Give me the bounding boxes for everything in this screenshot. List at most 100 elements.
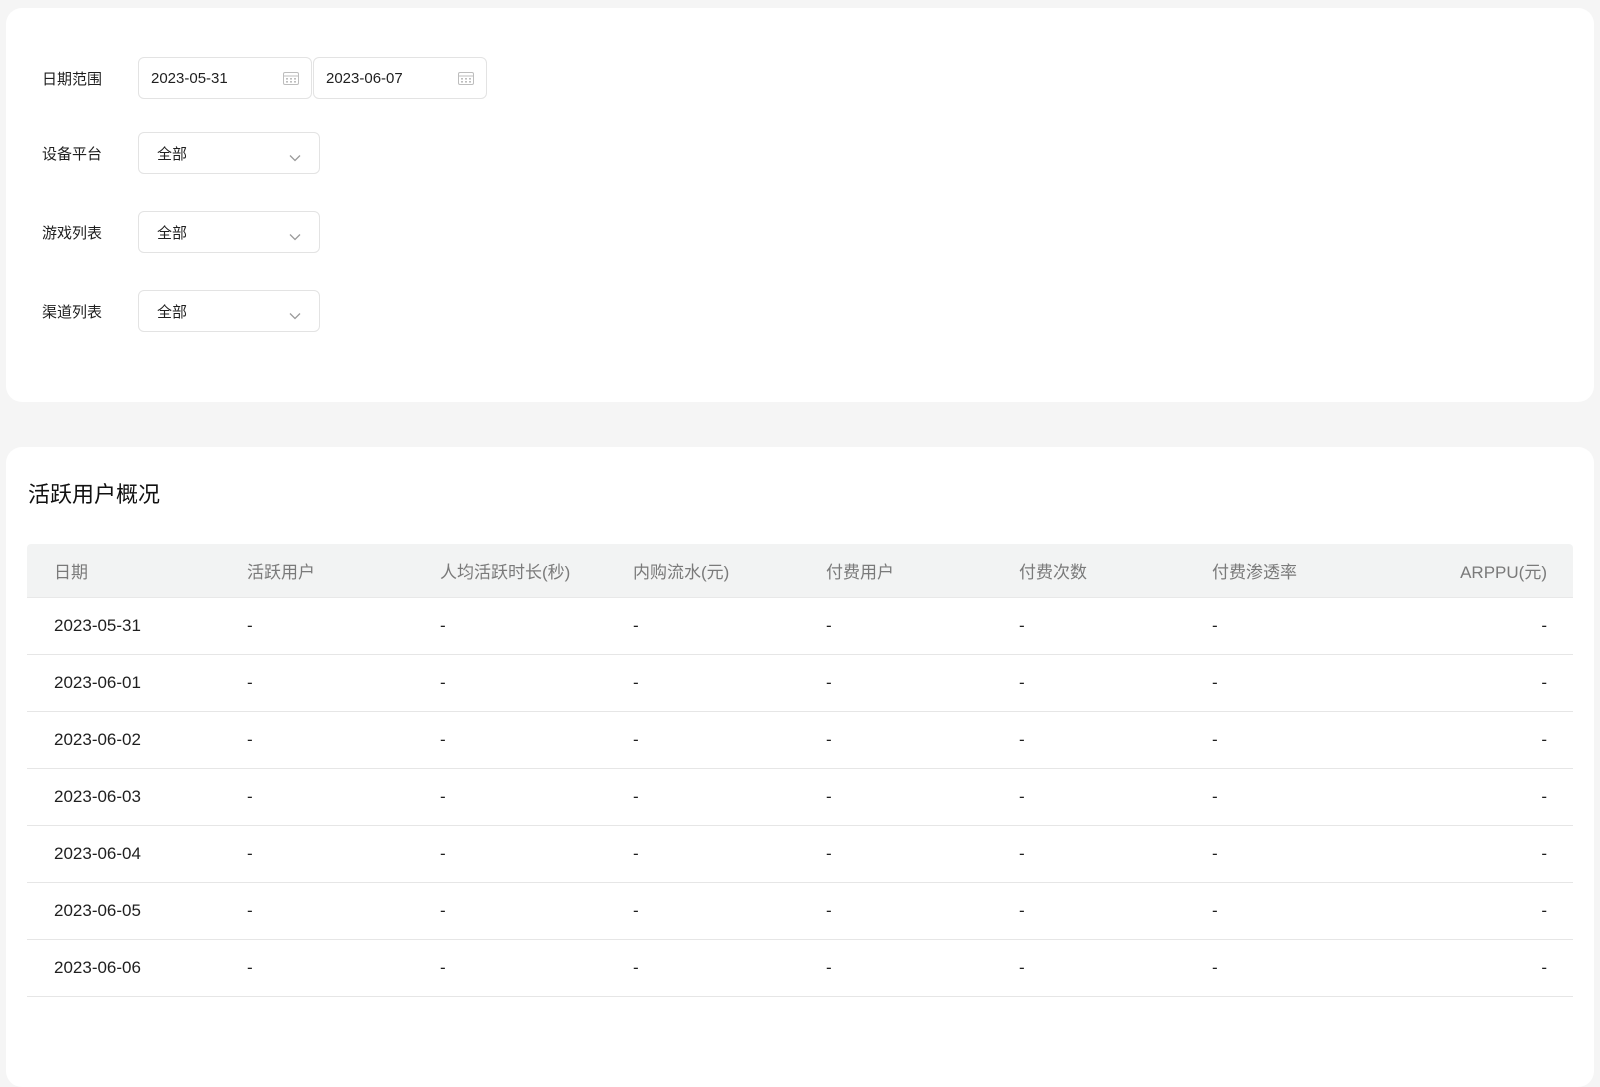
- table-cell: -: [1212, 616, 1218, 635]
- table-cell: -: [826, 616, 832, 635]
- header-cell: 人均活跃时长(秒): [440, 563, 571, 582]
- channels-row: 渠道列表 全部: [42, 290, 320, 332]
- table-cell: -: [633, 958, 639, 977]
- header-cell: ARPPU(元): [1460, 563, 1547, 582]
- platform-select[interactable]: 全部: [138, 132, 320, 174]
- channels-select[interactable]: 全部: [138, 290, 320, 332]
- table-cell: -: [1541, 673, 1547, 692]
- channels-label: 渠道列表: [42, 303, 103, 321]
- table-cell: -: [440, 787, 446, 806]
- table-cell: -: [1019, 616, 1025, 635]
- table-cell: 2023-06-06: [54, 958, 141, 977]
- chevron-down-icon: [289, 149, 301, 162]
- platform-value: 全部: [157, 145, 188, 163]
- platform-row: 设备平台 全部: [42, 132, 320, 174]
- channels-value: 全部: [157, 303, 188, 321]
- table-cell: -: [247, 673, 253, 692]
- end-date-value: 2023-06-07: [326, 69, 403, 87]
- overview-panel: 活跃用户概况 日期 活跃用户 人均活跃时长(秒) 内购流水(元) 付费用户 付费…: [6, 447, 1594, 1087]
- table-cell: 2023-05-31: [54, 616, 141, 635]
- table-row: 2023-06-04 - - - - - - -: [27, 826, 1573, 883]
- header-cell: 付费渗透率: [1212, 563, 1297, 582]
- table-cell: 2023-06-01: [54, 673, 141, 692]
- table-cell: -: [1019, 787, 1025, 806]
- table-cell: -: [247, 901, 253, 920]
- start-date-value: 2023-05-31: [151, 69, 228, 87]
- table-cell: -: [826, 673, 832, 692]
- header-cell: 付费用户: [826, 563, 894, 582]
- table-cell: -: [440, 958, 446, 977]
- platform-label: 设备平台: [42, 145, 103, 163]
- table-cell: -: [826, 901, 832, 920]
- table-cell: -: [247, 787, 253, 806]
- table-cell: -: [440, 673, 446, 692]
- table-cell: -: [1019, 730, 1025, 749]
- table-cell: -: [826, 787, 832, 806]
- table-cell: -: [440, 901, 446, 920]
- table-header: 日期 活跃用户 人均活跃时长(秒) 内购流水(元) 付费用户 付费次数 付费渗透…: [27, 544, 1573, 598]
- table-cell: -: [1541, 787, 1547, 806]
- header-cell: 日期: [54, 563, 88, 582]
- date-range-row: 日期范围 2023-05-31 2023-06-07: [42, 57, 487, 99]
- table-cell: -: [1541, 901, 1547, 920]
- calendar-icon: [458, 71, 474, 85]
- header-cell: 付费次数: [1019, 563, 1087, 582]
- section-title: 活跃用户概况: [28, 482, 161, 507]
- overview-table: 日期 活跃用户 人均活跃时长(秒) 内购流水(元) 付费用户 付费次数 付费渗透…: [27, 544, 1573, 997]
- table-cell: -: [826, 730, 832, 749]
- table-row: 2023-06-02 - - - - - - -: [27, 712, 1573, 769]
- table-cell: -: [1541, 730, 1547, 749]
- table-cell: -: [633, 787, 639, 806]
- table-cell: -: [440, 730, 446, 749]
- chevron-down-icon: [289, 228, 301, 241]
- games-label: 游戏列表: [42, 224, 103, 242]
- start-date-input[interactable]: 2023-05-31: [138, 57, 312, 99]
- table-cell: -: [247, 844, 253, 863]
- table-cell: -: [633, 673, 639, 692]
- table-cell: -: [247, 616, 253, 635]
- table-cell: -: [1019, 844, 1025, 863]
- table-cell: -: [440, 616, 446, 635]
- chevron-down-icon: [289, 307, 301, 320]
- table-cell: -: [1212, 787, 1218, 806]
- header-cell: 活跃用户: [247, 563, 315, 582]
- table-cell: -: [633, 730, 639, 749]
- table-row: 2023-06-03 - - - - - - -: [27, 769, 1573, 826]
- header-cell: 内购流水(元): [633, 563, 730, 582]
- table-cell: -: [1212, 901, 1218, 920]
- games-value: 全部: [157, 224, 188, 242]
- table-row: 2023-06-01 - - - - - - -: [27, 655, 1573, 712]
- table-cell: -: [247, 958, 253, 977]
- table-cell: -: [1019, 958, 1025, 977]
- table-cell: -: [1541, 616, 1547, 635]
- calendar-icon: [283, 71, 299, 85]
- games-select[interactable]: 全部: [138, 211, 320, 253]
- table-cell: -: [1212, 673, 1218, 692]
- table-cell: -: [826, 844, 832, 863]
- table-cell: 2023-06-02: [54, 730, 141, 749]
- table-cell: -: [633, 616, 639, 635]
- table-cell: -: [1019, 901, 1025, 920]
- table-cell: 2023-06-05: [54, 901, 141, 920]
- table-cell: -: [1212, 844, 1218, 863]
- table-cell: -: [1212, 958, 1218, 977]
- end-date-input[interactable]: 2023-06-07: [313, 57, 487, 99]
- date-range-label: 日期范围: [42, 70, 103, 88]
- table-cell: -: [1541, 958, 1547, 977]
- table-cell: -: [633, 844, 639, 863]
- table-cell: -: [247, 730, 253, 749]
- table-cell: -: [633, 901, 639, 920]
- table-cell: 2023-06-04: [54, 844, 141, 863]
- table-cell: -: [1019, 673, 1025, 692]
- table-cell: -: [1541, 844, 1547, 863]
- table-row: 2023-06-05 - - - - - - -: [27, 883, 1573, 940]
- table-cell: -: [826, 958, 832, 977]
- games-row: 游戏列表 全部: [42, 211, 320, 253]
- table-cell: -: [1212, 730, 1218, 749]
- table-row: 2023-06-06 - - - - - - -: [27, 940, 1573, 997]
- table-cell: -: [440, 844, 446, 863]
- table-body: 2023-05-31- - - - - - -2023-06-01- - - - - - -2023-0…: [27, 598, 1573, 997]
- table-row: 2023-05-31 - - - - - - -: [27, 598, 1573, 655]
- filter-panel: 日期范围 2023-05-31 2023-06-07 设备平台 全部 游戏列表 …: [6, 8, 1594, 402]
- table-cell: 2023-06-03: [54, 787, 141, 806]
